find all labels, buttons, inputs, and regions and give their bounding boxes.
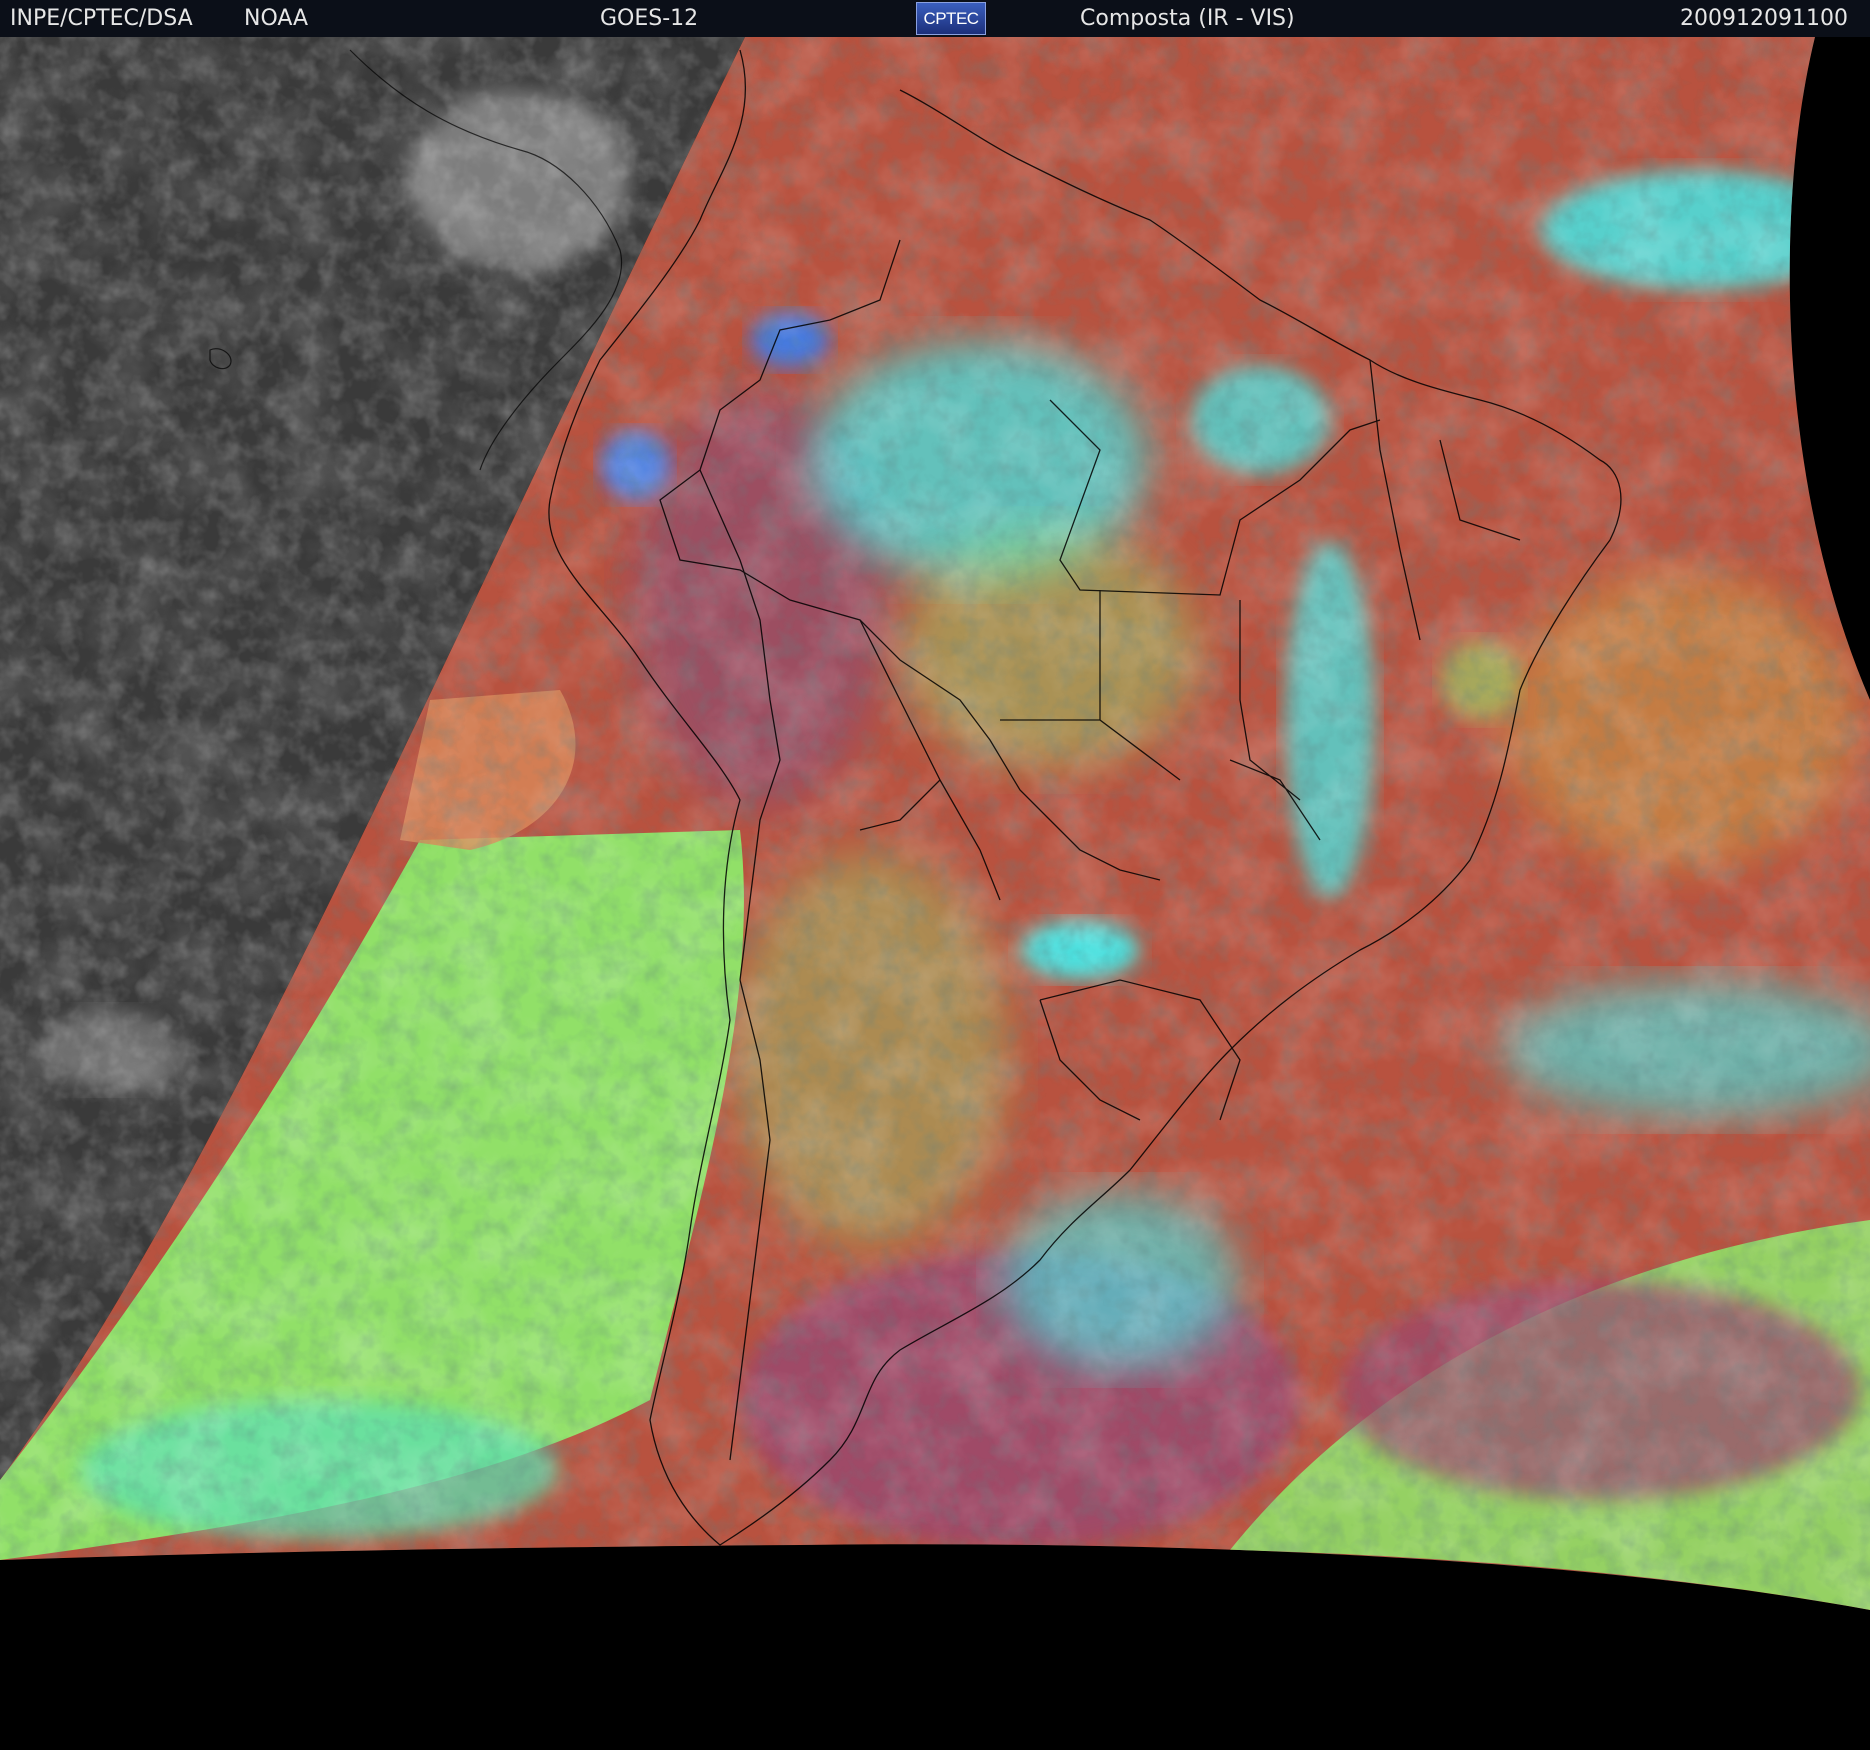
satellite-image-viewer: INPE/CPTEC/DSA NOAA GOES-12 CPTEC Compos…	[0, 0, 1870, 1750]
cptec-logo: CPTEC	[916, 2, 986, 35]
satellite-map	[0, 37, 1870, 1750]
satellite-label: GOES-12	[600, 6, 699, 31]
agency-label: NOAA	[244, 6, 309, 31]
organization-label: INPE/CPTEC/DSA	[10, 6, 193, 31]
timestamp-label: 200912091100	[1680, 6, 1848, 31]
image-header-bar: INPE/CPTEC/DSA NOAA GOES-12 CPTEC Compos…	[0, 0, 1870, 37]
product-label: Composta (IR - VIS)	[1080, 6, 1295, 31]
cptec-logo-text: CPTEC	[923, 9, 979, 28]
